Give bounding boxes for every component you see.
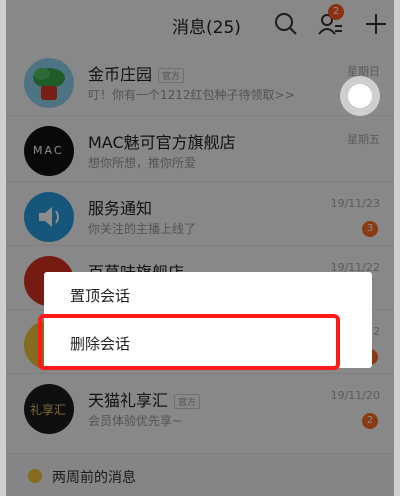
floating-assistive-button[interactable] bbox=[340, 76, 380, 116]
highlight-box bbox=[38, 314, 340, 370]
pin-conversation-item[interactable]: 置顶会话 bbox=[44, 272, 372, 320]
messages-screen: 消息(25) 2 金币庄园 官方 叮！你有一个1212红包种子待领取>> 星期日… bbox=[0, 0, 400, 496]
dim-overlay[interactable] bbox=[6, 0, 394, 496]
menu-item-label: 置顶会话 bbox=[70, 287, 131, 305]
floating-button-core bbox=[348, 84, 372, 108]
